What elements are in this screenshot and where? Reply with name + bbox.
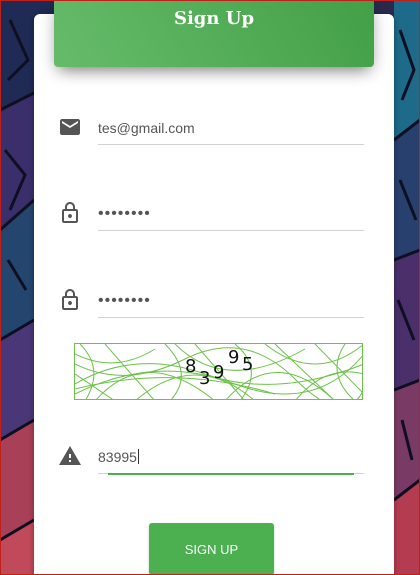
page-title: Sign Up <box>173 8 255 29</box>
captcha-answer-value: 83995 <box>98 449 137 465</box>
text-caret <box>137 449 139 464</box>
lock-icon <box>62 289 78 310</box>
lock-icon <box>62 202 78 223</box>
sign-up-button[interactable]: Sign Up <box>149 523 274 575</box>
password-row <box>58 198 364 232</box>
warning-icon <box>59 446 81 465</box>
confirm-password-field[interactable] <box>98 285 364 318</box>
captcha-digit: 9 <box>213 362 224 383</box>
captcha-answer-row: 83995 <box>58 441 364 475</box>
email-field[interactable] <box>98 112 364 145</box>
captcha-digit: 3 <box>199 368 210 389</box>
email-row <box>58 112 364 146</box>
card-header: Sign Up <box>54 0 374 67</box>
captcha-image: 8 3 9 9 5 <box>74 343 363 400</box>
captcha-answer-field[interactable]: 83995 <box>98 441 364 474</box>
password-field[interactable] <box>98 198 364 231</box>
captcha-digit: 5 <box>242 354 253 375</box>
focus-underline <box>108 473 354 475</box>
confirm-password-row <box>58 285 364 319</box>
captcha-digit: 8 <box>185 356 196 377</box>
captcha-digit: 9 <box>228 347 239 368</box>
envelope-icon <box>60 119 80 135</box>
